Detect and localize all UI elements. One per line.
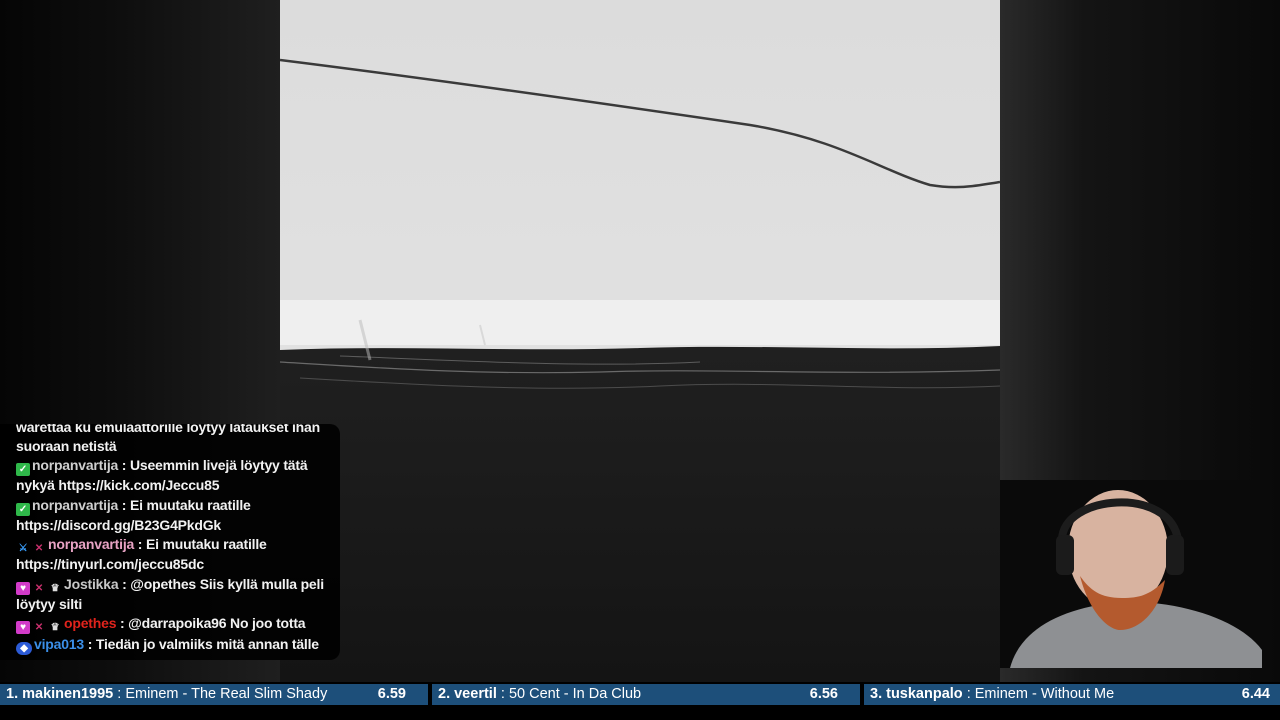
- chat-username[interactable]: opethes: [64, 615, 116, 631]
- chat-message: ⚔ ✕ norpanvartija : Ei muutaku raatille ht…: [16, 535, 332, 574]
- entry-separator: :: [496, 686, 509, 702]
- chat-message: ◆ vipa013 : Tiedän jo valmiiks mitä annan…: [16, 635, 332, 655]
- chat-overlay: warettaa ku emulaattorille löytyy latauk…: [0, 424, 340, 660]
- crown-badge-icon: ♛: [50, 622, 60, 633]
- heart-badge-icon: ♥: [16, 581, 30, 595]
- leaderboard-entry: 3. tuskanpalo : Eminem - Without Me 6.44: [864, 684, 1280, 705]
- entry-score: 6.44: [1241, 686, 1270, 702]
- album-artwork: [280, 0, 1000, 682]
- chat-text: : @darrapoika96 No joo totta: [119, 615, 306, 631]
- chat-message: ✓ norpanvartija : Useemmin livejä löytyy …: [16, 456, 332, 495]
- crossed-swords-icon: ✕: [34, 543, 44, 554]
- chat-username[interactable]: norpanvartija: [32, 457, 118, 473]
- song-leaderboard-ticker: 1. makinen1995 : Eminem - The Real Slim …: [0, 682, 1280, 720]
- entry-song: 50 Cent - In Da Club: [508, 686, 642, 702]
- crossed-swords-icon: ✕: [34, 622, 44, 633]
- partner-badge-icon: ◆: [16, 642, 32, 655]
- chat-message: ♥ ✕ ♛ Jostikka : @opethes Siis kyllä mulla …: [16, 575, 332, 614]
- crossed-swords-icon: ✕: [34, 582, 44, 594]
- chat-text: warettaa ku emulaattorille löytyy latauk…: [16, 424, 320, 454]
- entry-separator: :: [113, 686, 126, 702]
- chat-username[interactable]: norpanvartija: [32, 497, 118, 513]
- chat-text: : @opethes Siis kyllä mulla peli löytyy …: [16, 575, 324, 612]
- entry-song: Eminem - The Real Slim Shady: [125, 686, 328, 702]
- chat-username[interactable]: vipa013: [34, 636, 84, 652]
- leaderboard-entry: 2. veertil : 50 Cent - In Da Club 6.56: [432, 684, 860, 705]
- chat-message: ♥ ✕ ♛ opethes : @darrapoika96 No joo totta: [16, 614, 332, 634]
- check-badge-icon: ✓: [16, 502, 30, 516]
- chat-username[interactable]: norpanvartija: [48, 536, 134, 552]
- entry-song: Eminem - Without Me: [974, 686, 1115, 702]
- entry-score: 6.59: [377, 686, 406, 702]
- chat-message-list: warettaa ku emulaattorille löytyy latauk…: [16, 424, 332, 656]
- leaderboard-entry: 1. makinen1995 : Eminem - The Real Slim …: [0, 684, 428, 705]
- webcam-feed: [1000, 480, 1262, 668]
- chat-message: warettaa ku emulaattorille löytyy latauk…: [16, 424, 332, 455]
- entry-rank-user: 1. makinen1995: [6, 686, 114, 702]
- check-badge-icon: ✓: [16, 463, 30, 476]
- chat-username[interactable]: Jostikka: [64, 576, 119, 592]
- heart-badge-icon: ♥: [16, 621, 30, 634]
- sword-badge-icon: ⚔: [18, 543, 28, 554]
- chat-text: : Tiedän jo valmiiks mitä annan tälle: [87, 636, 319, 652]
- entry-score: 6.56: [809, 686, 838, 702]
- entry-rank-user: 2. veertil: [438, 686, 497, 702]
- entry-separator: :: [962, 686, 975, 702]
- crown-badge-icon: ♛: [50, 582, 60, 594]
- entry-rank-user: 3. tuskanpalo: [870, 686, 963, 702]
- chat-message: ✓ norpanvartija : Ei muutaku raatille htt…: [16, 496, 332, 535]
